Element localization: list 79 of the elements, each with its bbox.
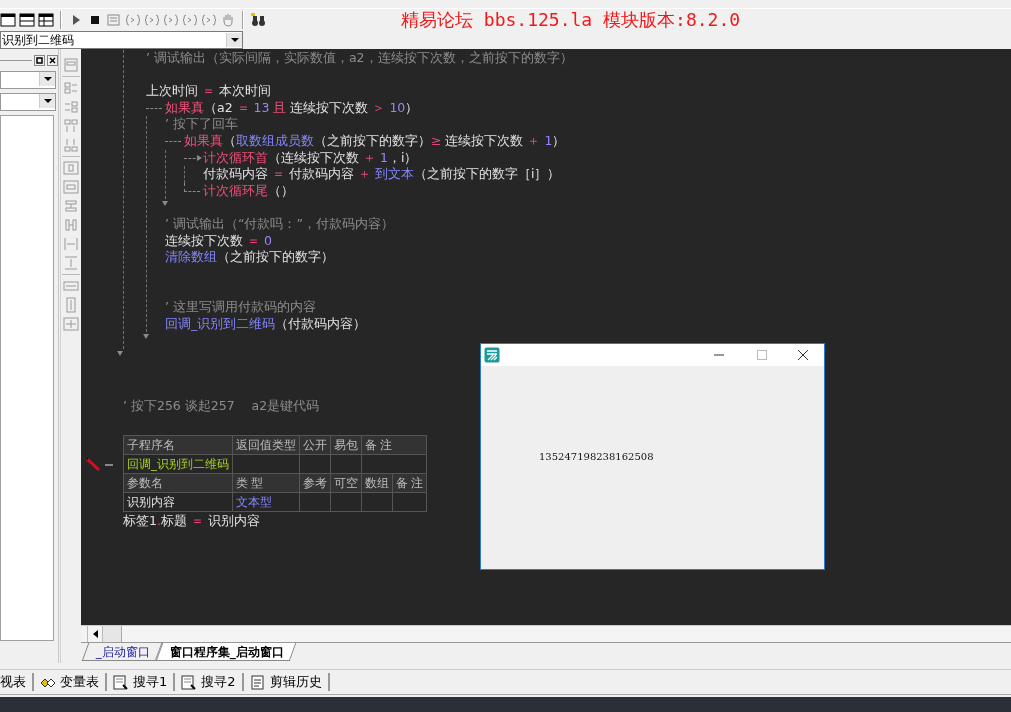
align-bottom-icon[interactable] <box>63 137 79 153</box>
subroutine-dropdown[interactable]: 识别到二维码 <box>0 31 243 49</box>
table-cell <box>361 454 427 474</box>
close-button[interactable] <box>47 54 58 66</box>
app-icon <box>484 347 500 363</box>
end-arrow-icon <box>117 350 123 356</box>
table-cell <box>330 492 362 512</box>
table-cell <box>361 492 393 512</box>
step-icon[interactable] <box>125 12 141 28</box>
code-line: ’ 调试输出（实际间隔，实际数值，a2，连续按下次数，之前按下的数字） <box>146 50 573 67</box>
dropdown-arrow-icon <box>43 99 52 103</box>
code-line: 付款码内容 ＝ 付款码内容 ＋ 到文本（之前按下的数字［i］） <box>203 166 561 183</box>
table-cell <box>299 454 331 474</box>
table-cell <box>232 454 300 474</box>
window-split-icon[interactable] <box>19 12 35 28</box>
align-left-icon[interactable] <box>63 80 79 96</box>
code-line: 计次循环首（连续按下次数 ＋ 1，i） <box>184 149 418 167</box>
panel-tab[interactable]: 视表 <box>0 673 34 691</box>
stretch-horizontal-icon[interactable] <box>63 278 79 294</box>
banner-text: 精易论坛 bbs.125.la 模块版本:8.2.0 <box>401 8 741 32</box>
form-icon[interactable] <box>63 57 79 73</box>
search-icon <box>113 674 128 690</box>
dropdown-arrow-icon <box>230 38 239 42</box>
table-cell: 回调_识别到二维码 <box>123 454 233 474</box>
column-header: 返回值类型 <box>232 435 300 455</box>
code-line: 如果真（取数组成员数（之前按下的数字）≥ 连续按下次数 ＋ 1） <box>165 132 566 150</box>
panel-tab[interactable]: 剪辑历史 <box>243 673 330 691</box>
table-cell: 识别内容 <box>123 492 233 512</box>
same-height-icon[interactable] <box>63 217 79 233</box>
table-cell <box>392 492 427 512</box>
column-header: 备 注 <box>361 435 427 455</box>
code-line: ’ 调试输出（“付款吗：”，付款码内容） <box>165 215 394 233</box>
end-arrow-icon <box>162 201 168 207</box>
dropdown-arrow-icon <box>43 77 52 81</box>
editor-tab[interactable]: 窗口程序集_启动窗口 <box>155 643 297 661</box>
align-right-icon[interactable] <box>63 99 79 115</box>
restore-button[interactable] <box>34 54 45 66</box>
code-line: 回调_识别到二维码（付款码内容） <box>165 315 367 333</box>
code-line: 连续按下次数 ＝ 0 <box>165 232 272 250</box>
code-line: 计次循环尾（） <box>184 182 294 200</box>
panel-tab[interactable]: 搜寻1 <box>107 673 176 691</box>
center-vertical-icon[interactable] <box>63 179 79 195</box>
align-top-icon[interactable] <box>63 118 79 134</box>
label-text: 135247198238162508 <box>539 451 654 462</box>
code-line: ’ 按下了回车 <box>165 116 238 133</box>
table-cell <box>330 454 362 474</box>
column-header: 易包 <box>330 435 362 455</box>
pencil-icon <box>85 457 101 472</box>
panel-tab[interactable]: 变量表 <box>34 673 107 691</box>
code-line: ’ 按下256 谈起257 a2是键代码 <box>123 398 320 416</box>
space-vertical-icon[interactable] <box>63 255 79 271</box>
stretch-vertical-icon[interactable] <box>63 297 79 313</box>
editor-tab[interactable]: _启动窗口 <box>81 643 163 661</box>
code-line: 标签1.标题 ＝ 识别内容 <box>123 513 260 530</box>
code-line: 清除数组（之前按下的数字） <box>165 249 334 266</box>
stretch-both-icon[interactable] <box>63 316 79 332</box>
scroll-thumb[interactable] <box>103 626 122 642</box>
end-arrow-icon <box>143 334 149 340</box>
binoculars-icon[interactable] <box>250 12 266 28</box>
same-width-icon[interactable] <box>63 198 79 214</box>
code-line: 如果真（a2 ＝ 13 且 连续按下次数 ＞ 10） <box>146 99 419 117</box>
panel-tab[interactable]: 搜寻2 <box>175 673 244 691</box>
document-icon <box>249 674 265 690</box>
code-line: 上次时间 ＝ 本次时间 <box>146 83 271 100</box>
left-arrow-icon <box>92 630 98 638</box>
code-line: ’ 这里写调用付款码的内容 <box>165 298 316 316</box>
window-icon[interactable] <box>0 12 16 28</box>
column-header: 公开 <box>299 435 331 455</box>
space-horizontal-icon[interactable] <box>63 236 79 252</box>
window-grid-icon[interactable] <box>38 12 54 28</box>
table-cell: 文本型 <box>232 492 300 512</box>
dropdown[interactable] <box>0 71 56 89</box>
center-horizontal-icon[interactable] <box>63 160 79 176</box>
collapse-icon[interactable] <box>105 464 113 467</box>
table-cell <box>299 492 331 512</box>
hand-icon[interactable] <box>220 12 236 28</box>
dropdown[interactable] <box>0 93 56 111</box>
column-header: 子程序名 <box>123 435 233 455</box>
search-icon <box>181 674 197 690</box>
